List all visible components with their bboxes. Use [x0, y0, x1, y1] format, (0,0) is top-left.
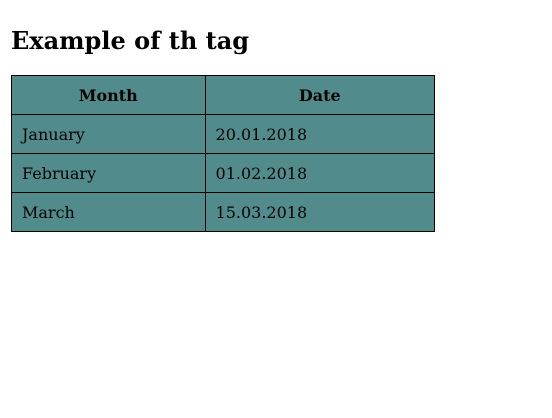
- month-date-table: Month Date January 20.01.2018 February 0…: [11, 75, 436, 232]
- month-cell: March: [11, 192, 206, 232]
- table-row: March 15.03.2018: [11, 192, 436, 232]
- date-cell: 20.01.2018: [204, 114, 436, 154]
- table-row: February 01.02.2018: [11, 153, 436, 193]
- column-header-month: Month: [11, 75, 206, 115]
- column-header-date: Date: [204, 75, 436, 115]
- date-cell: 15.03.2018: [204, 192, 436, 232]
- date-cell: 01.02.2018: [204, 153, 436, 193]
- page-title: Example of th tag: [11, 26, 250, 55]
- month-cell: February: [11, 153, 206, 193]
- month-cell: January: [11, 114, 206, 154]
- table-row: January 20.01.2018: [11, 114, 436, 154]
- table-header-row: Month Date: [11, 75, 436, 115]
